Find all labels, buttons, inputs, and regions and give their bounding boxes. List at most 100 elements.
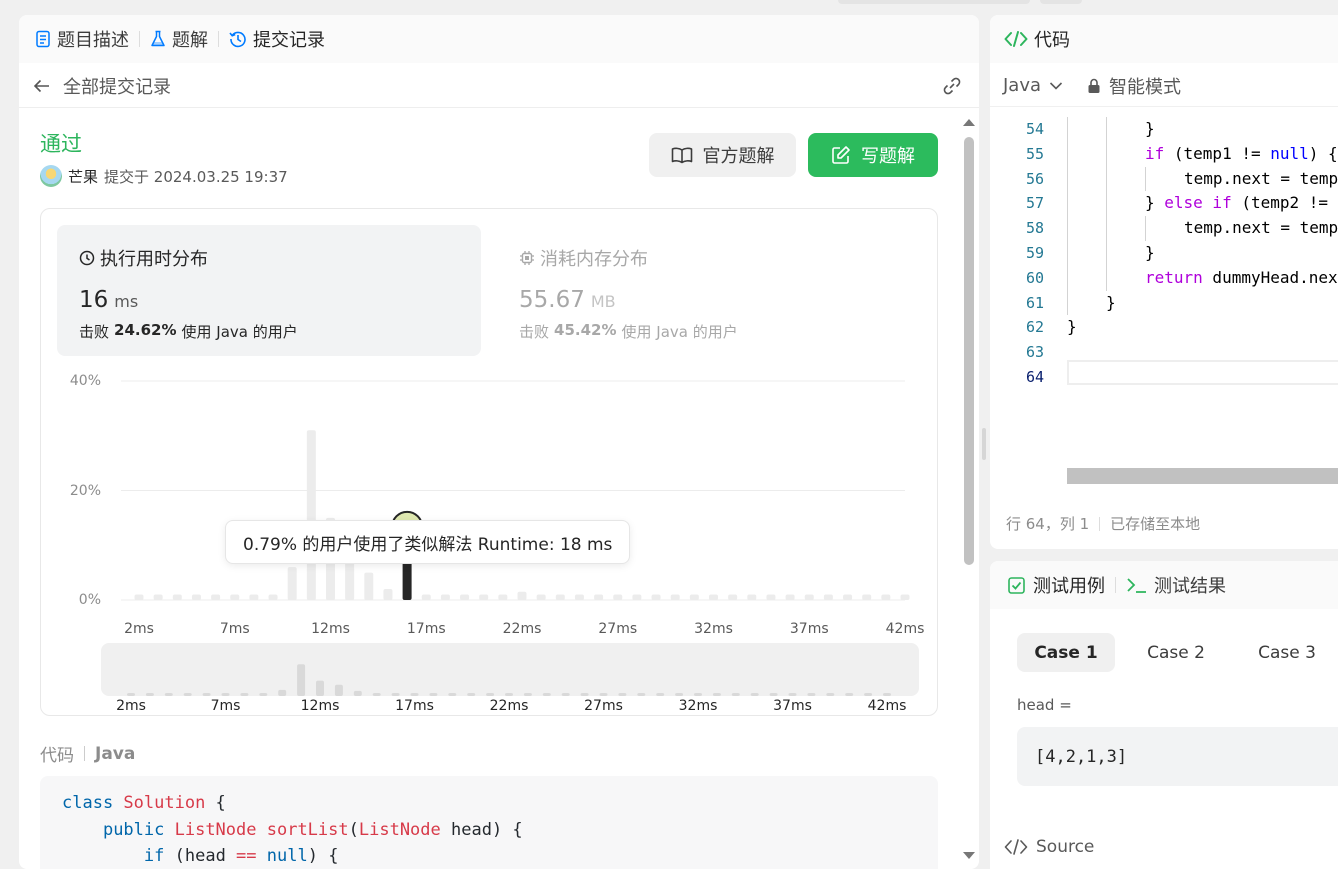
tab-testresult[interactable]: 测试结果 [1126,572,1226,598]
minimap-bar [807,693,816,696]
minimap-tick-label: 22ms [489,698,529,714]
minimap-bar [297,664,306,696]
code-section-label: 代码 [40,746,74,766]
code-token: } [1106,292,1116,312]
code-token: ) { [307,846,339,866]
editor-horizontal-scrollbar[interactable] [1067,468,1338,484]
indent-guide [1067,191,1068,217]
code-token: ( [348,819,359,840]
minimap-tick-label: 2ms [116,698,146,714]
code-token: public [102,819,175,840]
param-input[interactable]: [4,2,1,3] [1017,727,1338,786]
line-number: 55 [1025,144,1044,163]
minimap-bar [183,693,192,696]
indent-guide [1106,241,1107,266]
case-tab-2[interactable]: Case 2 [1127,633,1225,672]
minimap-bar [202,693,211,696]
code-token: if [1145,143,1165,163]
indent-guide [1067,241,1068,266]
minimap-bar [278,689,287,696]
minimap-bar [372,693,381,696]
source-label: Source [1036,837,1095,857]
submitted-code-block[interactable]: class Solution { public ListNode sortLis… [40,776,938,869]
tab-testresult-label: 测试结果 [1154,576,1226,597]
indent-guide [1145,166,1146,192]
indent-guide [1106,216,1107,241]
scrollbar-thumb[interactable] [964,137,974,565]
code-token: } [1145,119,1155,138]
code-token: class [62,793,124,813]
scroll-up-icon[interactable] [963,119,975,126]
code-line: public ListNode sortList(ListNode head) … [62,820,523,840]
editor-toolbar: Java 智能模式 [990,65,1338,107]
code-token: (temp2 != [1231,193,1329,213]
code-token: ) { [491,819,523,840]
top-toolbar-fragment [1040,0,1082,4]
code-line: if (head == null) { [62,846,339,866]
editor-code-line: } [1145,241,1155,266]
tab-testcases-label: 测试用例 [1033,576,1105,597]
code-token: null [1270,143,1309,163]
minimap-bar [164,693,173,696]
mode-toggle[interactable]: 智能模式 [1087,73,1181,99]
code-token: ( [174,846,185,866]
minimap-tick-label: 37ms [773,698,812,714]
indent-guide [1145,216,1146,241]
minimap-bar [467,693,476,696]
source-link[interactable]: Source [1004,837,1094,857]
code-token: == [236,846,267,866]
code-token: { [205,793,226,813]
minimap-tick-label: 12ms [300,698,340,714]
minimap-bar [353,690,362,696]
code-token: } [1145,243,1155,262]
editor-code-line: temp.next = temp [1184,167,1338,192]
case-tab-3[interactable]: Case 3 [1238,633,1336,672]
code-token: head [451,819,492,840]
panel-resize-handle[interactable] [982,428,986,460]
minimap-bar [883,693,891,696]
minimap-tick-label: 27ms [584,698,623,714]
line-number: 62 [1025,318,1044,337]
minimap-bar [864,693,873,696]
editor-title: 代码 [1034,30,1070,51]
minimap-bar [448,693,457,696]
code-line: class Solution { [62,793,226,813]
code-editor[interactable]: 54} 55 if (temp1 != null) {56 temp.next = t… [990,107,1338,487]
minimap-bar [694,693,702,696]
minimap-bar [410,693,419,696]
indent-guide [1067,141,1068,167]
code-token: (temp1 != [1164,143,1271,163]
code-section-language: Java [95,743,136,764]
minimap-bar [240,693,249,696]
code-token: if [143,846,175,866]
minimap-bar [731,693,740,696]
indent-guide [1067,166,1068,192]
code-token: ListNode [174,819,267,840]
editor-code-line: } [1106,291,1116,316]
language-select[interactable]: Java [1003,75,1063,96]
left-scrollbar[interactable] [963,119,975,869]
terminal-icon [1126,576,1148,594]
lock-icon [1087,78,1101,94]
status-divider [1099,516,1101,531]
minimap-bar [316,680,324,696]
case-tab-1[interactable]: Case 1 [1017,633,1115,672]
code-token: ) { [1308,143,1338,163]
checkbox-icon [1008,576,1025,594]
code-token: dummyHead.nex [1202,267,1338,287]
scroll-down-icon[interactable] [963,852,975,859]
indent-guide [1067,216,1068,241]
tab-testcases[interactable]: 测试用例 [1008,572,1105,598]
minimap-bar [391,693,400,696]
line-number: 56 [1025,169,1044,188]
minimap-tick-label: 17ms [395,698,434,714]
editor-current-line [1067,360,1338,385]
minimap-bar [656,693,665,696]
line-number: 60 [1025,268,1044,287]
minimap-bar [826,693,835,696]
code-token: } [1067,317,1077,337]
minimap-bar [221,693,230,696]
minimap-bar [505,693,513,696]
indent-guide [1067,290,1068,316]
